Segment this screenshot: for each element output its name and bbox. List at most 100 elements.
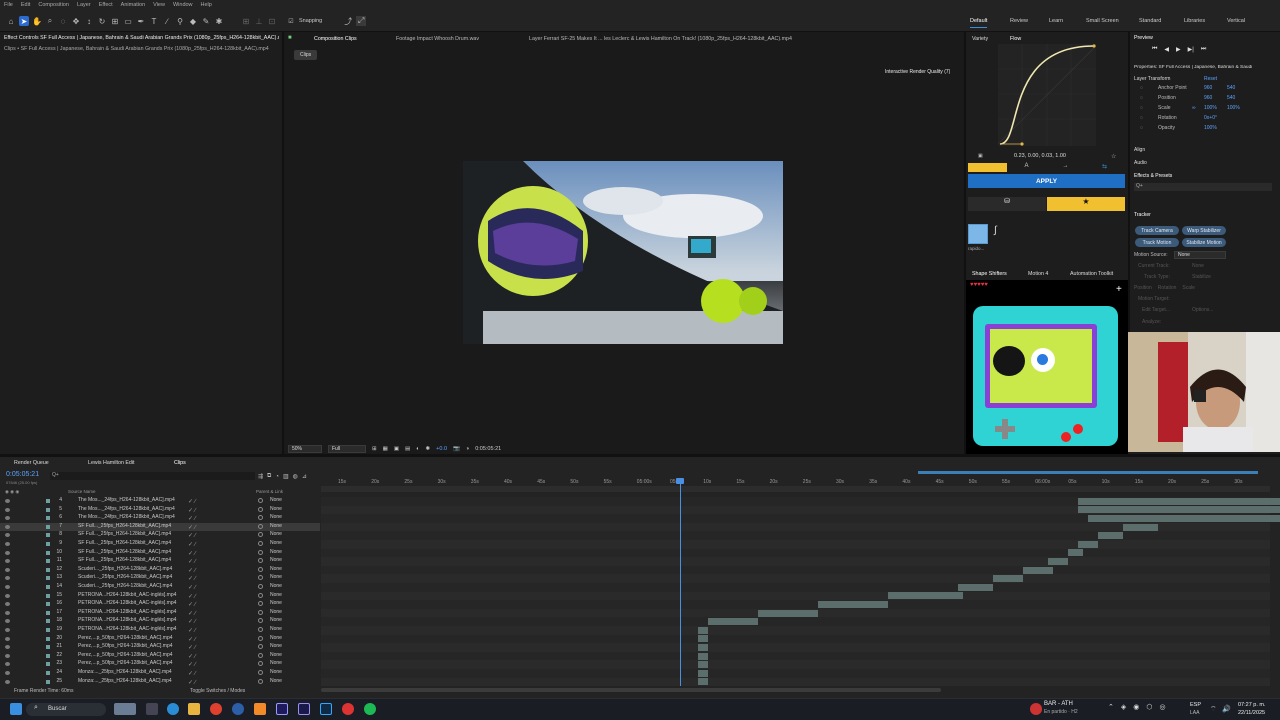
menu-help[interactable]: Help [201, 2, 212, 8]
motion-source-select[interactable]: None [1174, 251, 1226, 259]
taskbar-search[interactable]: Buscar [26, 703, 106, 716]
zoom-select[interactable]: 50% [288, 444, 322, 453]
clip-bar[interactable] [1078, 506, 1280, 514]
volume-icon[interactable]: 🔊 [1222, 705, 1231, 713]
layer-search-input[interactable]: Q+ [50, 472, 255, 480]
audio-section[interactable]: Audio [1134, 160, 1147, 166]
tray-chevron-icon[interactable]: ⌃ [1108, 703, 1114, 711]
clip-bar[interactable] [1068, 549, 1083, 557]
edit-target-button[interactable]: Edit Target... [1142, 307, 1170, 313]
opacity-value[interactable]: 100% [1204, 125, 1217, 131]
show-snapshot-icon[interactable]: ◑ [466, 446, 469, 452]
track-camera-button[interactable]: Track Camera [1135, 226, 1179, 235]
clip-bar[interactable] [888, 592, 963, 600]
align-icon[interactable]: ⊞ [241, 16, 251, 26]
premiere-icon[interactable] [298, 703, 310, 715]
tray-app3-icon[interactable]: ⬡ [1146, 703, 1152, 711]
viewer-timecode[interactable]: 0:05:05:21 [475, 446, 501, 452]
clip-bar[interactable] [1078, 540, 1098, 548]
plus-icon[interactable]: + [1116, 284, 1122, 295]
star-icon[interactable]: ☆ [1111, 153, 1116, 160]
scale-option[interactable]: Scale [1182, 285, 1195, 291]
rectangle-tool-icon[interactable]: ▭ [123, 16, 133, 26]
pan-behind-tool-icon[interactable]: ⊞ [110, 16, 120, 26]
clone-stamp-tool-icon[interactable]: ⚲ [175, 16, 185, 26]
menu-animation[interactable]: Animation [121, 2, 145, 8]
clip-bar[interactable] [698, 678, 708, 686]
clip-bar[interactable] [698, 626, 708, 634]
tab-flow[interactable]: Flow [1010, 36, 1021, 42]
composition-frame-image[interactable] [463, 161, 783, 344]
weather-title[interactable]: BAR - ATH [1044, 701, 1073, 707]
type-tool-icon[interactable]: T [149, 16, 159, 26]
ease-text-icon[interactable]: A [1007, 163, 1046, 172]
anchor-x-value[interactable]: 960 [1204, 85, 1212, 91]
playhead-handle[interactable] [676, 478, 684, 484]
brush-tool-icon[interactable]: ∕ [162, 16, 172, 26]
menu-edit[interactable]: Edit [21, 2, 30, 8]
dolly-tool-icon[interactable]: ↕ [84, 16, 94, 26]
spotify-icon[interactable] [364, 703, 376, 715]
current-track-select[interactable]: None [1192, 263, 1204, 269]
tab-clips[interactable]: Clips [174, 460, 186, 466]
clip-bar[interactable] [1023, 566, 1053, 574]
scale-y-value[interactable]: 100% [1227, 105, 1240, 111]
favorites-star-icon[interactable]: ★ [1047, 197, 1125, 211]
snapshot-icon[interactable]: 📷 [453, 446, 460, 452]
align-section[interactable]: Align [1134, 147, 1145, 153]
clip-bar[interactable] [1078, 497, 1280, 505]
chrome-icon[interactable] [210, 703, 222, 715]
app-icon[interactable] [232, 703, 244, 715]
preset-thumbnail[interactable] [968, 224, 988, 244]
clock-date[interactable]: 22/11/2025 [1238, 710, 1265, 716]
tab-render-queue[interactable]: Render Queue [14, 460, 49, 466]
channel-icon[interactable]: ◐ [416, 446, 419, 452]
graduation-cap-icon[interactable]: ⛁ [968, 197, 1046, 211]
graph-editor-icon[interactable]: ⊿ [302, 473, 307, 480]
expand-icon[interactable]: ⤢ [356, 16, 367, 26]
motion-blur-icon[interactable]: ◍ [293, 473, 298, 480]
prev-frame-icon[interactable]: ◀ [1164, 46, 1169, 53]
work-area-bar[interactable] [321, 470, 1270, 476]
snap-options-icon[interactable]: ⤴ [343, 16, 353, 26]
tray-app2-icon[interactable]: ◉ [1133, 703, 1139, 711]
clock-time[interactable]: 07:27 p. m. [1238, 702, 1266, 708]
workspace-vertical[interactable]: Vertical [1227, 18, 1245, 24]
clip-bar[interactable] [698, 661, 708, 669]
play-icon[interactable]: ▶ [1176, 46, 1181, 53]
tray-app1-icon[interactable]: ◈ [1121, 703, 1126, 711]
tab-layer[interactable]: Layer Ferrari SF-25 Makes It ... les Lec… [529, 36, 792, 42]
zoom-tool-icon[interactable]: ⌕ [45, 16, 55, 26]
tab-footage[interactable]: Footage Impact Whoosh Drum.wav [396, 36, 479, 42]
rotation-option[interactable]: Rotation [1158, 285, 1177, 291]
tab-automation-toolkit[interactable]: Automation Toolkit [1070, 271, 1113, 277]
tab-variety[interactable]: Variety [972, 36, 988, 42]
track-type-select[interactable]: Stabilize [1192, 274, 1211, 280]
orbit-tool-icon[interactable]: ◌ [58, 16, 68, 26]
puppet-tool-icon[interactable]: ✱ [214, 16, 224, 26]
clip-bar[interactable] [698, 669, 708, 677]
time-ruler[interactable] [321, 486, 1270, 492]
mask-visibility-icon[interactable]: ▣ [394, 446, 399, 452]
rotate-tool-icon[interactable]: ↻ [97, 16, 107, 26]
timeline-scrollbar[interactable] [321, 688, 941, 692]
snapping-checkbox-icon[interactable]: ☑ [286, 16, 296, 26]
file-explorer-icon[interactable] [188, 703, 200, 715]
workspace-default[interactable]: Default [970, 18, 988, 28]
tab-shape-shifters[interactable]: Shape Shifters [972, 271, 1007, 277]
workspace-small-screen[interactable]: Small Screen [1086, 18, 1119, 24]
clip-bar[interactable] [698, 644, 708, 651]
effect-controls-tab[interactable]: Effect Controls SF Full Access | Japanes… [4, 35, 279, 41]
reset-link[interactable]: Reset [1204, 76, 1217, 82]
tray-app4-icon[interactable]: ◎ [1160, 703, 1166, 711]
after-effects-icon[interactable] [276, 703, 288, 715]
clip-bar[interactable] [1098, 532, 1123, 540]
parent-link-header[interactable]: Parent & Link [256, 489, 283, 494]
shy-icon[interactable]: ◔ [275, 474, 279, 480]
position-x-value[interactable]: 960 [1204, 95, 1212, 101]
exposure-value[interactable]: +0.0 [436, 446, 447, 452]
eraser-tool-icon[interactable]: ◆ [188, 16, 198, 26]
workspace-libraries[interactable]: Libraries [1184, 18, 1205, 24]
clip-bar[interactable] [993, 575, 1023, 583]
workspace-review[interactable]: Review [1010, 18, 1028, 24]
